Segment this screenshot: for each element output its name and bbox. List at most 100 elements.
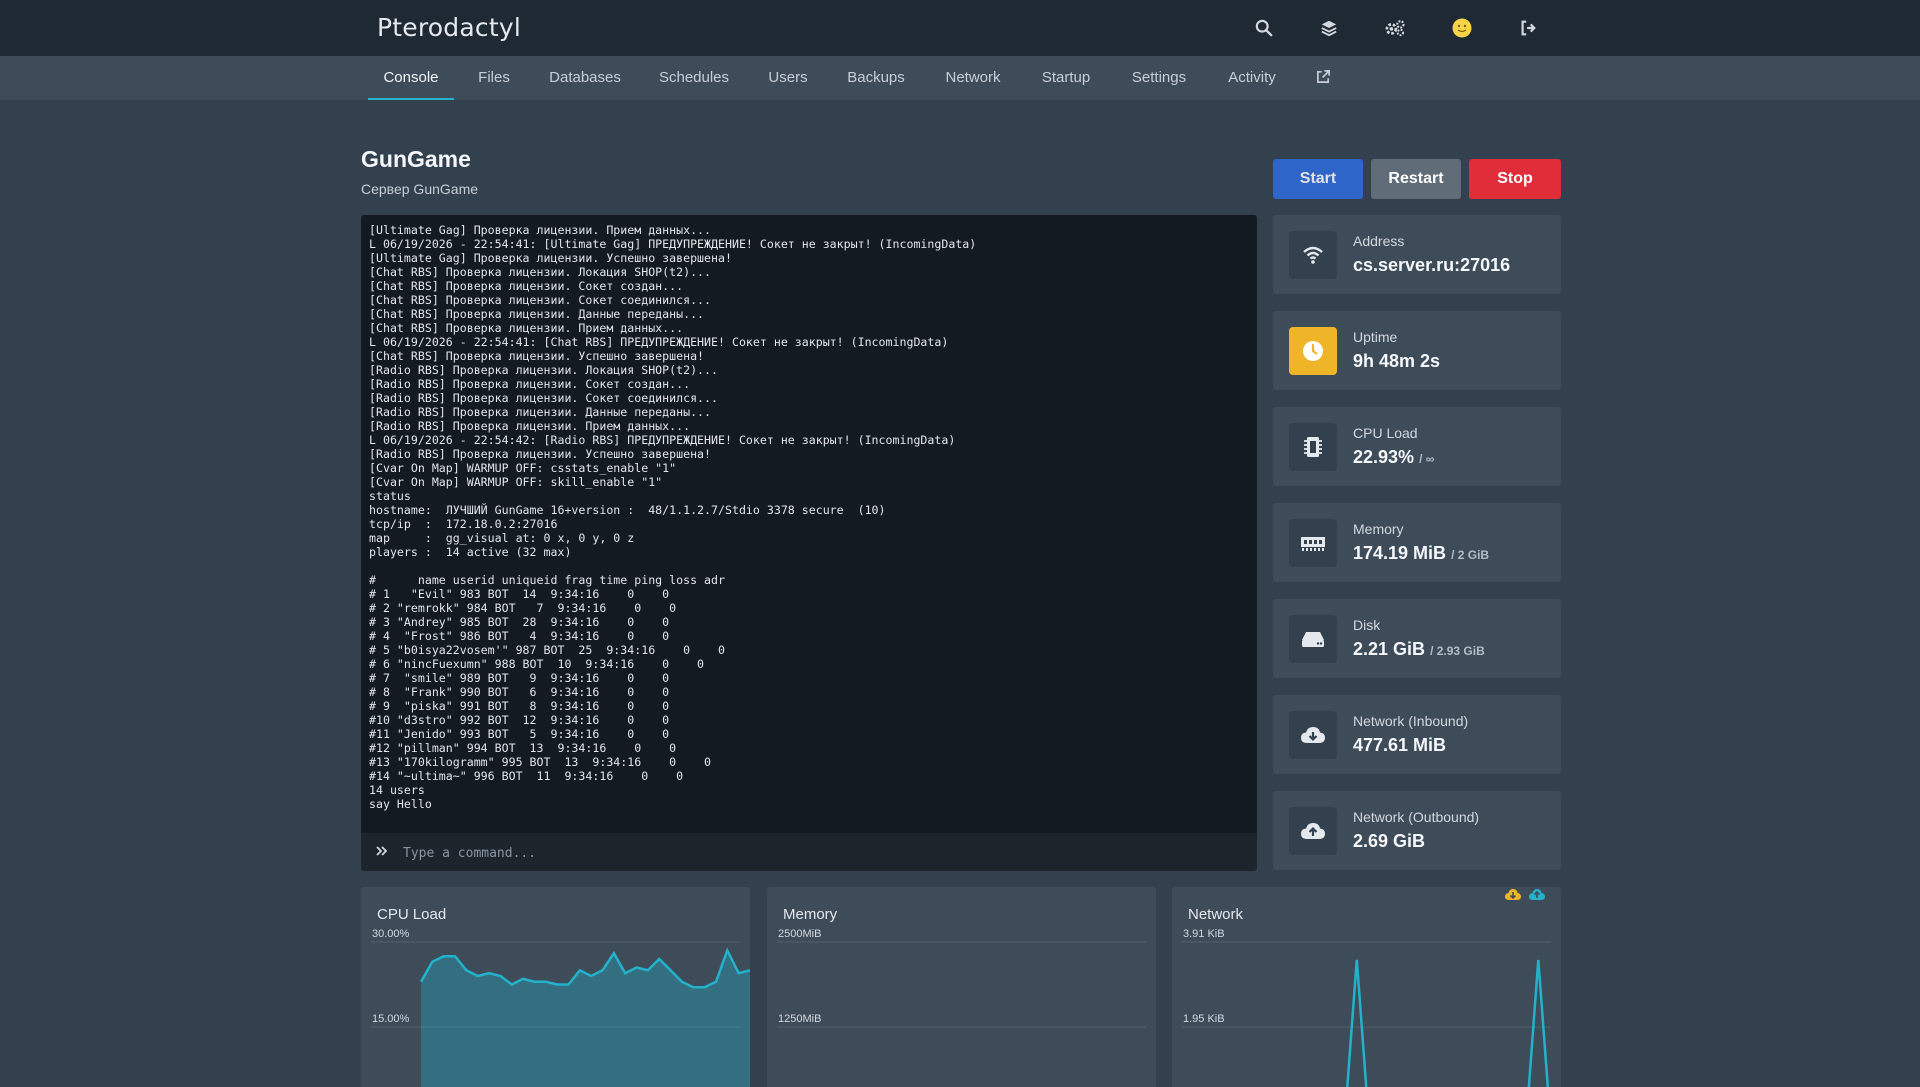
hdd-icon — [1289, 615, 1337, 663]
console-line: #10 "d3stro" 992 BOT 12 9:34:16 0 0 — [369, 713, 976, 727]
stat-label: Disk — [1353, 617, 1380, 633]
stat-value: 2.21 GiB / 2.93 GiB — [1353, 639, 1485, 660]
stat-uptime: Uptime 9h 48m 2s — [1273, 311, 1561, 390]
command-bar — [361, 833, 1257, 871]
tab-startup[interactable]: Startup — [1032, 56, 1100, 100]
console-line: status — [369, 489, 976, 503]
stat-label: Memory — [1353, 521, 1404, 537]
cpu-chart: 30.00% 15.00% — [361, 887, 750, 1087]
console-line: [Chat RBS] Проверка лицензии. Данные пер… — [369, 307, 976, 321]
command-input[interactable] — [401, 841, 1245, 865]
tab-schedules[interactable]: Schedules — [650, 56, 738, 100]
start-button[interactable]: Start — [1273, 159, 1363, 199]
tab-users[interactable]: Users — [760, 56, 816, 100]
console-line: # 8 "Frank" 990 BOT 6 9:34:16 0 0 — [369, 685, 976, 699]
top-navbar: Pterodactyl — [0, 0, 1920, 56]
console-line: #12 "pillman" 994 BOT 13 9:34:16 0 0 — [369, 741, 976, 755]
console-output[interactable]: [Ultimate Gag] Проверка лицензии. Прием … — [361, 215, 1257, 833]
console-line: map : gg_visual at: 0 x, 0 y, 0 z — [369, 531, 976, 545]
console-line: [Radio RBS] Проверка лицензии. Локация S… — [369, 363, 976, 377]
external-link-icon[interactable] — [1312, 56, 1334, 100]
console-line: [Cvar On Map] WARMUP OFF: csstats_enable… — [369, 461, 976, 475]
memory-icon — [1289, 519, 1337, 567]
network-graph: Network 3.91 KiB1.95 KiB — [1172, 887, 1561, 1087]
console-line: # 9 "piska" 991 BOT 8 9:34:16 0 0 — [369, 699, 976, 713]
console-line: hostname: ЛУЧШИЙ GunGame 16+version : 48… — [369, 503, 976, 517]
console-line: 14 users — [369, 783, 976, 797]
restart-button[interactable]: Restart — [1371, 159, 1461, 199]
console-line: [Radio RBS] Проверка лицензии. Успешно з… — [369, 447, 976, 461]
stat-cpu-load: CPU Load 22.93% / ∞ — [1273, 407, 1561, 486]
stat-network-outbound: Network (Outbound) 2.69 GiB — [1273, 791, 1561, 870]
stop-button[interactable]: Stop — [1469, 159, 1561, 199]
console-line: players : 14 active (32 max) — [369, 545, 976, 559]
console-line: [Chat RBS] Проверка лицензии. Успешно за… — [369, 349, 976, 363]
console-line: [Chat RBS] Проверка лицензии. Сокет соед… — [369, 293, 976, 307]
console-line: [Radio RBS] Проверка лицензии. Сокет соз… — [369, 377, 976, 391]
brand-logo[interactable]: Pterodactyl — [377, 13, 521, 42]
wifi-icon — [1289, 231, 1337, 279]
stat-value: 174.19 MiB / 2 GiB — [1353, 543, 1489, 564]
console-line: [Ultimate Gag] Проверка лицензии. Успешн… — [369, 251, 976, 265]
stat-network-inbound: Network (Inbound) 477.61 MiB — [1273, 695, 1561, 774]
clock-icon — [1289, 327, 1337, 375]
server-description: Сервер GunGame — [361, 181, 478, 197]
stat-label: Address — [1353, 233, 1404, 249]
layers-icon[interactable] — [1315, 14, 1343, 42]
console-line: #13 "170kilogramm" 995 BOT 13 9:34:16 0 … — [369, 755, 976, 769]
tab-backups[interactable]: Backups — [838, 56, 914, 100]
server-subnav: Console Files Databases Schedules Users … — [0, 56, 1920, 100]
console-line: # 6 "nincFuexumn" 988 BOT 10 9:34:16 0 0 — [369, 657, 976, 671]
console-line: L 06/19/2026 - 22:54:42: [Radio RBS] ПРЕ… — [369, 433, 976, 447]
console-line: #14 "~ultima~" 996 BOT 11 9:34:16 0 0 — [369, 769, 976, 783]
tab-activity[interactable]: Activity — [1218, 56, 1286, 100]
server-name: GunGame — [361, 146, 471, 173]
stat-value: 9h 48m 2s — [1353, 351, 1440, 372]
sign-out-icon[interactable] — [1514, 14, 1542, 42]
y-tick-label: 1.95 KiB — [1183, 1013, 1225, 1025]
stat-value: 2.69 GiB — [1353, 831, 1425, 852]
console-line: L 06/19/2026 - 22:54:41: [Chat RBS] ПРЕД… — [369, 335, 976, 349]
tab-files[interactable]: Files — [470, 56, 518, 100]
cpu-graph: CPU Load 30.00%15.00% — [361, 887, 750, 1087]
y-tick-label: 15.00% — [372, 1013, 410, 1025]
console-log: [Ultimate Gag] Проверка лицензии. Прием … — [369, 223, 976, 811]
console-line: #11 "Jenido" 993 BOT 5 9:34:16 0 0 — [369, 727, 976, 741]
chevron-right-icon — [375, 844, 389, 863]
network-chart: 3.91 KiB 1.95 KiB — [1172, 887, 1561, 1087]
memory-chart: 2500MiB 1250MiB — [767, 887, 1156, 1087]
stat-value: cs.server.ru:27016 — [1353, 255, 1510, 276]
tab-console[interactable]: Console — [368, 56, 454, 100]
tab-network[interactable]: Network — [936, 56, 1010, 100]
cloud-upload-icon — [1289, 807, 1337, 855]
console-line: [Chat RBS] Проверка лицензии. Локация SH… — [369, 265, 976, 279]
console-line: [Radio RBS] Проверка лицензии. Прием дан… — [369, 419, 976, 433]
y-tick-label: 2500MiB — [778, 928, 821, 940]
console-line: # name userid uniqueid frag time ping lo… — [369, 573, 976, 587]
stat-disk: Disk 2.21 GiB / 2.93 GiB — [1273, 599, 1561, 678]
outbound-series-line — [1232, 960, 1561, 1087]
stat-label: Network (Inbound) — [1353, 713, 1468, 729]
memory-graph: Memory 2500MiB1250MiB — [767, 887, 1156, 1087]
console-line: [Chat RBS] Проверка лицензии. Прием данн… — [369, 321, 976, 335]
cogs-icon[interactable] — [1381, 14, 1409, 42]
console-line: [Radio RBS] Проверка лицензии. Данные пе… — [369, 405, 976, 419]
console-line — [369, 559, 976, 573]
console-line: [Ultimate Gag] Проверка лицензии. Прием … — [369, 223, 976, 237]
stat-memory: Memory 174.19 MiB / 2 GiB — [1273, 503, 1561, 582]
y-tick-label: 1250MiB — [778, 1013, 821, 1025]
console-line: # 5 "b0isya22vosem'" 987 BOT 25 9:34:16 … — [369, 643, 976, 657]
console-line: say Hello — [369, 797, 976, 811]
tab-settings[interactable]: Settings — [1122, 56, 1196, 100]
stat-address: Address cs.server.ru:27016 — [1273, 215, 1561, 294]
search-icon[interactable] — [1250, 14, 1278, 42]
tab-databases[interactable]: Databases — [540, 56, 630, 100]
avatar[interactable] — [1448, 14, 1476, 42]
y-tick-label: 30.00% — [372, 928, 410, 940]
console-line: L 06/19/2026 - 22:54:41: [Ultimate Gag] … — [369, 237, 976, 251]
y-tick-label: 3.91 KiB — [1183, 928, 1225, 940]
cloud-download-icon — [1289, 711, 1337, 759]
stat-value: 477.61 MiB — [1353, 735, 1446, 756]
console-line: [Radio RBS] Проверка лицензии. Сокет сое… — [369, 391, 976, 405]
microchip-icon — [1289, 423, 1337, 471]
